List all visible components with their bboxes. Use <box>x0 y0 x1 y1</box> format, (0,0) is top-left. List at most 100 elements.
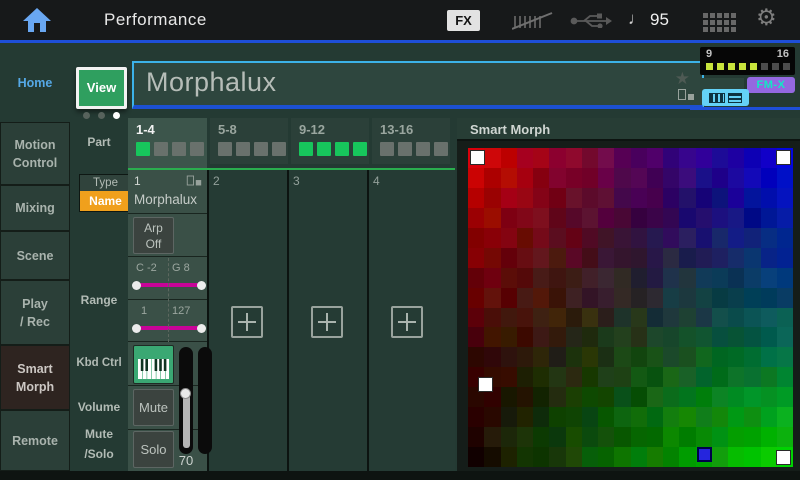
part-group-tab-1-4[interactable]: 1-4 <box>128 118 207 170</box>
view-button[interactable]: View <box>76 67 127 109</box>
name-toggle-active[interactable]: Name <box>80 191 131 211</box>
type-name-toggle[interactable]: Type Name <box>79 174 132 212</box>
morph-map-cell <box>598 347 614 367</box>
morph-map-cell <box>501 347 517 367</box>
morph-map-cell <box>614 367 630 387</box>
quick-setup-grid-icon[interactable] <box>703 13 736 32</box>
morph-map-cell <box>631 447 647 467</box>
volume-slider-handle[interactable] <box>180 388 191 399</box>
part-slot-off <box>416 142 430 156</box>
part-slot-on <box>717 63 724 70</box>
home-icon[interactable] <box>22 7 52 33</box>
part-group-tab-13-16[interactable]: 13-16 <box>372 118 450 164</box>
morph-map-cell <box>598 387 614 407</box>
arp-on-off-button[interactable]: Arp Off <box>133 217 174 254</box>
morph-map-cell <box>517 188 533 208</box>
morph-current-position-marker[interactable] <box>697 447 712 462</box>
morph-map-cell <box>501 387 517 407</box>
morph-map-cell <box>517 447 533 467</box>
add-part-3-button[interactable] <box>311 306 343 338</box>
part-slot-off <box>761 63 768 70</box>
keyboard-display-toggle[interactable] <box>702 89 749 106</box>
smart-morph-map[interactable] <box>468 148 793 467</box>
morph-map-cell <box>696 288 712 308</box>
morph-map-cell <box>679 188 695 208</box>
note-range-high[interactable]: G 8 <box>172 262 190 274</box>
morph-map-cell <box>631 148 647 168</box>
velocity-range-slider[interactable] <box>136 326 202 330</box>
morph-map-cell <box>549 308 565 328</box>
morph-map-cell <box>582 168 598 188</box>
morph-map-cell <box>614 148 630 168</box>
type-toggle[interactable]: Type <box>80 175 131 191</box>
add-part-2-button[interactable] <box>231 306 263 338</box>
morph-map-cell <box>501 308 517 328</box>
home-page-indicator <box>83 112 120 119</box>
velocity-range-high[interactable]: 127 <box>172 305 190 317</box>
volume-slider[interactable] <box>179 347 193 454</box>
morph-map-cell <box>533 347 549 367</box>
performance-name-field[interactable]: Morphalux ★ <box>132 61 704 109</box>
morph-map-cell <box>566 268 582 288</box>
part-slot-on <box>136 142 150 156</box>
velocity-range-low[interactable]: 1 <box>141 305 147 317</box>
morph-map-cell <box>501 367 517 387</box>
part-1-name[interactable]: Morphalux <box>134 192 197 207</box>
morph-map-cell <box>728 268 744 288</box>
solo-button[interactable]: Solo <box>133 431 174 468</box>
morph-map-cell <box>761 407 777 427</box>
morph-map-cell <box>468 407 484 427</box>
morph-map-cell <box>728 327 744 347</box>
morph-map-cell <box>468 327 484 347</box>
morph-map-cell <box>777 387 793 407</box>
tempo-value[interactable]: 95 <box>650 10 669 30</box>
morph-map-cell <box>777 228 793 248</box>
morph-part-marker[interactable] <box>478 377 493 392</box>
morph-map-cell <box>696 188 712 208</box>
morph-map-cell <box>777 268 793 288</box>
indicator-range-start: 9 <box>706 48 712 60</box>
sidebar-item-remote[interactable]: Remote <box>0 410 70 471</box>
add-part-4-button[interactable] <box>391 306 423 338</box>
morph-map-cell <box>631 308 647 328</box>
sidebar-item-play-rec[interactable]: Play / Rec <box>0 280 70 345</box>
morph-map-cell <box>614 188 630 208</box>
mute-button[interactable]: Mute <box>133 389 174 426</box>
morph-map-cell <box>647 268 663 288</box>
morph-map-cell <box>517 288 533 308</box>
fx-badge[interactable]: FX <box>447 10 480 31</box>
sidebar-item-motion-control[interactable]: Motion Control <box>0 122 70 185</box>
morph-map-cell <box>598 188 614 208</box>
kbd-ctrl-button[interactable] <box>133 345 174 384</box>
modx-home-screen: Performance FX <box>0 0 800 480</box>
sidebar-item-home[interactable]: Home <box>0 43 70 122</box>
sidebar-item-scene[interactable]: Scene <box>0 231 70 280</box>
sidebar-item-mixing[interactable]: Mixing <box>0 185 70 231</box>
morph-map-cell <box>598 168 614 188</box>
morph-map-cell <box>631 188 647 208</box>
utility-gear-icon[interactable]: ⚙ <box>756 5 777 31</box>
morph-map-cell <box>679 288 695 308</box>
morph-map-cell <box>484 308 500 328</box>
morph-map-cell <box>744 387 760 407</box>
morph-part-marker[interactable] <box>776 150 791 165</box>
sidebar-item-smart-morph[interactable]: Smart Morph <box>0 345 70 410</box>
morph-map-cell <box>679 327 695 347</box>
part-group-tab-9-12[interactable]: 9-12 <box>291 118 369 164</box>
morph-map-cell <box>663 288 679 308</box>
note-range-low[interactable]: C -2 <box>136 262 157 274</box>
morph-part-marker[interactable] <box>470 150 485 165</box>
morph-map-cell <box>517 268 533 288</box>
morph-part-marker[interactable] <box>776 450 791 465</box>
morph-map-cell <box>679 228 695 248</box>
morph-map-cell <box>549 168 565 188</box>
morph-map-cell <box>517 308 533 328</box>
morph-map-cell <box>679 387 695 407</box>
morph-map-cell <box>744 168 760 188</box>
note-range-slider[interactable] <box>136 283 202 287</box>
part-group-tab-5-8[interactable]: 5-8 <box>210 118 288 164</box>
favorite-star-icon[interactable]: ★ <box>675 69 690 89</box>
morph-map-cell <box>647 367 663 387</box>
morph-map-cell <box>647 168 663 188</box>
morph-map-cell <box>647 327 663 347</box>
